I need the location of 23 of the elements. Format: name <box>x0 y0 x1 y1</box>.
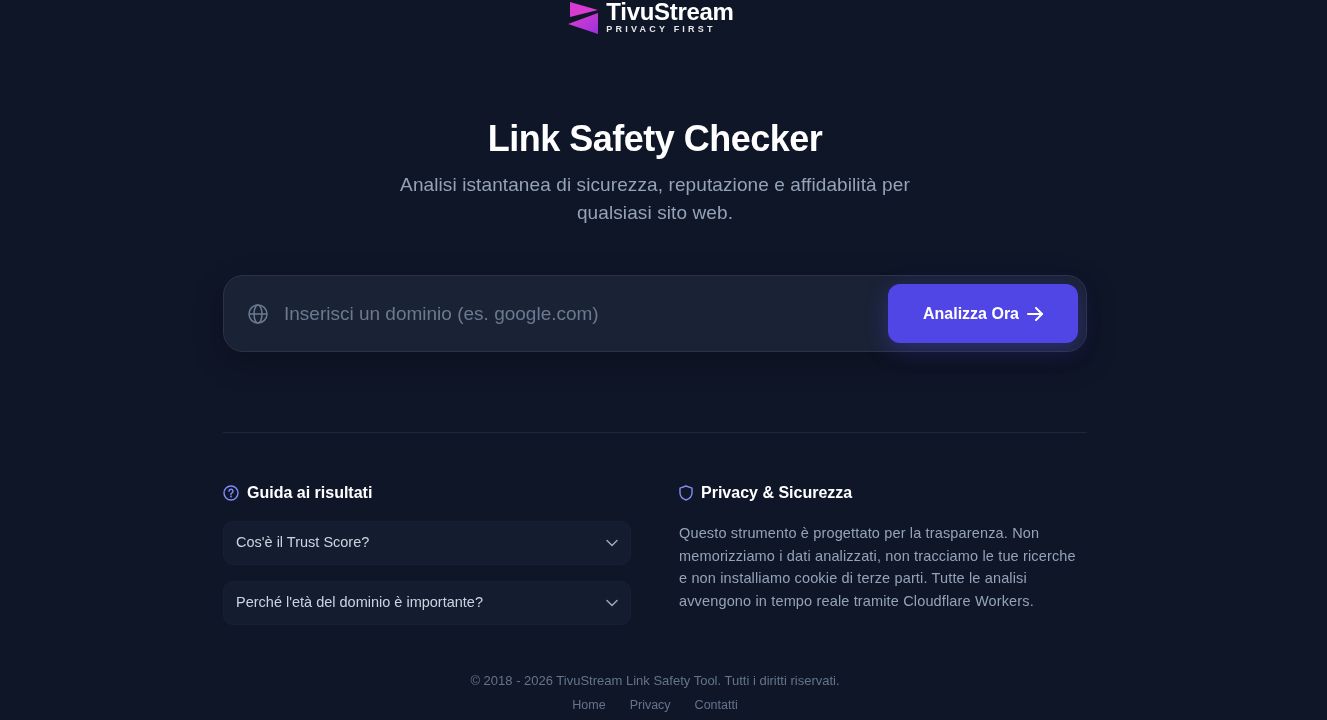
faq-item[interactable]: Cos'è il Trust Score? <box>223 521 631 565</box>
search-bar[interactable]: Inserisci un dominio (es. google.com) Analizza Ora <box>223 275 1087 352</box>
section-heading: Privacy & Sicurezza <box>701 483 853 503</box>
privacy-paragraph: Questo strumento è progettato per la trasparenza. Non memorizziamo i dati analizzati, non tracciamo le tue ricerche e non installiamo cookie di terze parti. Tutte le analisi avvengono in tempo reale tramite Cloudflare Workers. <box>679 524 1077 611</box>
chevron-icon <box>606 539 618 547</box>
page-title: Link Safety Checker <box>486 117 824 161</box>
globe-icon <box>248 303 268 324</box>
footer-link[interactable]: Home <box>572 698 606 713</box>
logo-icon <box>568 1 599 34</box>
brand-tagline: PRIVACY FIRST <box>606 24 717 35</box>
domain-input[interactable]: Inserisci un dominio (es. google.com) <box>284 293 872 334</box>
footer-link[interactable]: Privacy <box>629 698 671 713</box>
page-subtitle: Analisi istantanea di sicurezza, reputazione e affidabilità per qualsiasi sito web. <box>399 173 911 225</box>
chevron-icon <box>606 599 618 607</box>
section-heading: Guida ai risultati <box>247 483 373 503</box>
arrow-right-icon <box>1027 306 1043 321</box>
brand-name: TivuStream <box>606 0 734 23</box>
shield-icon <box>679 485 693 501</box>
faq-item[interactable]: Perché l'età del dominio è importante? <box>223 581 631 625</box>
copyright-text: © 2018 - 2026 TivuStream Link Safety Tool. Tutti i diritti riservati. <box>469 672 841 690</box>
footer-link[interactable]: Contatti <box>694 698 738 713</box>
analyze-button[interactable]: Analizza Ora <box>888 284 1078 343</box>
help-icon <box>223 485 239 501</box>
